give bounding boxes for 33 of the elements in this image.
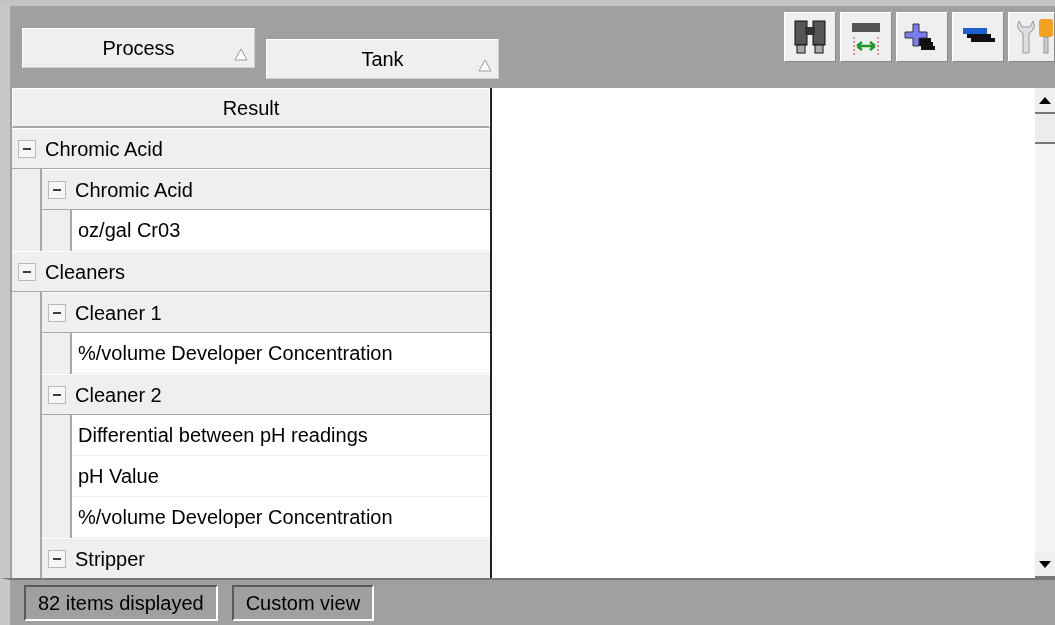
tree-item[interactable]: %/volume Developer Concentration <box>72 333 490 374</box>
scroll-down-button[interactable] <box>1035 552 1055 578</box>
expand-toggle[interactable] <box>48 549 66 568</box>
tree-item[interactable]: Differential between pH readings <box>72 415 490 456</box>
down-arrow-icon <box>1039 560 1051 568</box>
toolbar-button[interactable] <box>952 12 1004 62</box>
group-label[interactable]: Cleaner 1 <box>75 297 162 328</box>
binoculars-icon <box>793 17 827 57</box>
expand-toggle[interactable] <box>48 385 66 404</box>
scroll-up-button[interactable] <box>1035 88 1055 114</box>
expand-toggle[interactable] <box>18 139 36 158</box>
group-label[interactable]: Chromic Acid <box>75 174 193 205</box>
scrollbar[interactable] <box>1035 88 1055 578</box>
expand-toggle[interactable] <box>48 303 66 322</box>
group-label[interactable]: Cleaner 2 <box>75 379 162 410</box>
tree-item[interactable]: %/volume Developer Concentration <box>72 497 490 538</box>
column-header[interactable]: Result <box>12 88 490 128</box>
toolbar-button[interactable] <box>840 12 892 62</box>
toolbar-button[interactable] <box>784 12 836 62</box>
group-label[interactable]: Stripper <box>75 543 146 574</box>
expand-toggle[interactable] <box>18 262 36 281</box>
scroll-thumb[interactable] <box>1035 114 1055 144</box>
group-by-button[interactable]: Process <box>22 28 255 68</box>
group-label[interactable]: Cleaners <box>45 256 126 287</box>
status-pane: 82 items displayed <box>24 584 218 621</box>
up-arrow-icon <box>1039 96 1051 104</box>
expand-toggle[interactable] <box>48 180 66 199</box>
toolbar-button[interactable] <box>896 12 948 62</box>
tree-item[interactable]: oz/gal Cr03 <box>72 210 490 251</box>
tree-item[interactable]: pH Value <box>72 456 490 497</box>
group-label[interactable]: Chromic Acid <box>45 133 163 164</box>
group-by-button[interactable]: Tank <box>266 39 499 79</box>
status-pane: Custom view <box>231 584 375 621</box>
